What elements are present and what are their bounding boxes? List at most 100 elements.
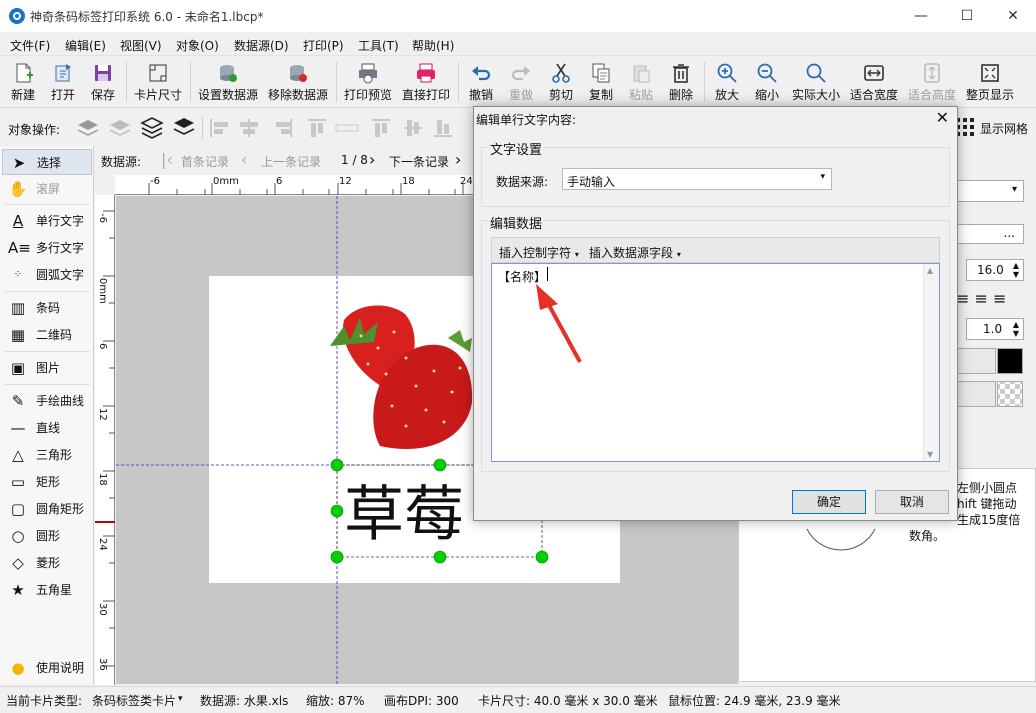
insert-ctrl-char-button[interactable]: 插入控制字符 ▾ xyxy=(499,244,579,261)
undo-button[interactable]: 撤销 xyxy=(464,60,498,106)
qrcode-icon: ▦ xyxy=(10,326,26,344)
text-color-swatch[interactable] xyxy=(997,348,1023,374)
color-button[interactable] xyxy=(956,348,996,374)
layer-bottom-icon[interactable] xyxy=(173,118,195,135)
image-icon: ▣ xyxy=(10,359,26,377)
database-remove-icon xyxy=(290,65,307,82)
tool-line[interactable]: — 直线 xyxy=(2,415,92,441)
paste-button[interactable]: 粘贴 xyxy=(624,60,658,106)
close-button[interactable]: ✕ xyxy=(990,0,1036,32)
menu-object[interactable]: 对象(O) xyxy=(176,37,219,54)
ruler-label: -6 xyxy=(150,176,160,187)
tool-ellipse[interactable]: ○ 圆形 xyxy=(2,523,92,549)
bg-color-button[interactable] xyxy=(956,381,996,407)
maximize-button[interactable]: ☐ xyxy=(944,0,990,32)
tool-diamond[interactable]: ◇ 菱形 xyxy=(2,550,92,576)
record-position: 1 / 8 xyxy=(341,153,368,167)
full-page-button[interactable]: 整页显示 xyxy=(964,60,1016,106)
zoom-out-button[interactable]: 缩小 xyxy=(750,60,784,106)
new-button[interactable]: 新建 xyxy=(6,60,40,106)
tool-triangle[interactable]: △ 三角形 xyxy=(2,442,92,468)
tool-freehand[interactable]: ✎ 手绘曲线 xyxy=(2,388,92,414)
prev-record-icon[interactable]: ‹ xyxy=(241,150,247,169)
datasource-label: 数据源: xyxy=(101,155,142,169)
transparent-swatch[interactable] xyxy=(997,381,1023,407)
hand-icon: ✋ xyxy=(8,180,28,198)
circle-icon: ○ xyxy=(11,527,25,545)
font-size-field[interactable]: 16.0 ▲ ▼ xyxy=(966,259,1024,281)
card-type-label: 当前卡片类型: xyxy=(6,694,83,708)
tool-panel: ➤ 选择 ✋ 滚屏 A 单行文字 A≡ 多行文字 ⁘ 圆弧文字 ▥ 条码 ▦ 二维码 ▣ 图片 … xyxy=(0,146,94,684)
tool-single-text[interactable]: A 单行文字 xyxy=(2,208,92,234)
prev-record-button[interactable]: 上一条记录 xyxy=(261,153,321,170)
label-text[interactable]: 草莓 xyxy=(344,480,464,550)
ok-button[interactable]: 确定 xyxy=(792,490,866,514)
open-button[interactable]: 打开 xyxy=(46,60,80,106)
direct-print-button[interactable]: 直接打印 xyxy=(400,60,452,106)
first-record-icon[interactable]: |‹ xyxy=(161,150,173,169)
next-record-button[interactable]: 下一条记录 xyxy=(389,153,449,170)
zoom-out-icon xyxy=(757,63,777,83)
paste-icon xyxy=(633,65,650,83)
set-datasource-button[interactable]: 设置数据源 xyxy=(196,60,260,106)
next-record-icon[interactable]: › xyxy=(369,150,375,169)
cut-button[interactable]: 剪切 xyxy=(544,60,578,106)
menu-file[interactable]: 文件(F) xyxy=(10,37,50,54)
save-button[interactable]: 保存 xyxy=(86,60,120,106)
ruler-label: 12 xyxy=(339,176,352,187)
tool-qrcode[interactable]: ▦ 二维码 xyxy=(2,322,92,348)
insert-toolbar: 插入控制字符 ▾ 插入数据源字段 ▾ xyxy=(491,237,940,263)
line-space-field[interactable]: 1.0 ▲ ▼ xyxy=(966,318,1024,340)
delete-button[interactable]: 删除 xyxy=(664,60,698,106)
tool-arc-text[interactable]: ⁘ 圆弧文字 xyxy=(2,262,92,288)
tool-barcode[interactable]: ▥ 条码 xyxy=(2,295,92,321)
menu-help[interactable]: 帮助(H) xyxy=(412,37,454,54)
card-type-dropdown[interactable]: 条码标签类卡片 xyxy=(92,692,176,709)
insert-field-button[interactable]: 插入数据源字段 ▾ xyxy=(589,244,681,261)
dropdown-arrow-icon[interactable]: ▾ xyxy=(178,694,183,704)
tool-multi-text[interactable]: A≡ 多行文字 xyxy=(2,235,92,261)
magnifier-icon xyxy=(806,63,826,83)
card-size-button[interactable]: 卡片尺寸 xyxy=(132,60,184,106)
tool-image[interactable]: ▣ 图片 xyxy=(2,355,92,381)
layer-top-icon[interactable] xyxy=(140,117,164,139)
menu-edit[interactable]: 编辑(E) xyxy=(65,37,106,54)
print-preview-button[interactable]: 打印预览 xyxy=(342,60,394,106)
first-record-button[interactable]: 首条记录 xyxy=(181,153,229,170)
toolbar: 新建 打开 保存 卡片尺寸 设置数据源 移除数据源 打印预览 直接打印 撤销 重… xyxy=(0,56,1036,108)
layer-down-icon[interactable] xyxy=(109,120,131,136)
menu-view[interactable]: 视图(V) xyxy=(120,37,162,54)
fit-height-button[interactable]: 适合高度 xyxy=(906,60,958,106)
minimize-button[interactable]: — xyxy=(898,0,944,32)
source-select[interactable]: 手动输入 ▾ xyxy=(562,168,832,190)
grid-icon[interactable] xyxy=(956,118,974,136)
last-record-icon[interactable]: › xyxy=(455,150,461,169)
redo-button[interactable]: 重做 xyxy=(504,60,538,106)
cancel-button[interactable]: 取消 xyxy=(875,490,949,514)
show-grid-label[interactable]: 显示网格 xyxy=(980,120,1028,137)
font-select[interactable]: ▾ xyxy=(956,180,1024,202)
multi-text-icon: A≡ xyxy=(8,239,31,257)
font-more-field[interactable]: ... xyxy=(956,224,1024,244)
tool-help[interactable]: ● 使用说明 xyxy=(2,655,92,681)
ruler-label: 0mm xyxy=(213,176,239,187)
tool-rect[interactable]: ▭ 矩形 xyxy=(2,469,92,495)
tool-star[interactable]: ★ 五角星 xyxy=(2,577,92,603)
fit-width-button[interactable]: 适合宽度 xyxy=(848,60,900,106)
actual-size-button[interactable]: 实际大小 xyxy=(790,60,842,106)
zoom-in-button[interactable]: 放大 xyxy=(710,60,744,106)
copy-button[interactable]: 复制 xyxy=(584,60,618,106)
align-icons[interactable]: ≡ ≡ ≡ xyxy=(956,289,1006,308)
align-icons[interactable] xyxy=(210,119,452,137)
tool-pan[interactable]: ✋ 滚屏 xyxy=(2,176,92,202)
layer-up-icon[interactable] xyxy=(77,120,99,136)
tool-select[interactable]: ➤ 选择 xyxy=(2,149,92,175)
menu-tools[interactable]: 工具(T) xyxy=(358,37,399,54)
remove-datasource-button[interactable]: 移除数据源 xyxy=(266,60,330,106)
menu-datasource[interactable]: 数据源(D) xyxy=(234,37,289,54)
menu-print[interactable]: 打印(P) xyxy=(303,37,344,54)
tool-round-rect[interactable]: ▢ 圆角矩形 xyxy=(2,496,92,522)
strawberry-image[interactable] xyxy=(330,305,473,449)
editor-scrollbar[interactable]: ▲ ▼ xyxy=(923,264,939,461)
dialog-close-icon[interactable]: ✕ xyxy=(936,108,949,127)
